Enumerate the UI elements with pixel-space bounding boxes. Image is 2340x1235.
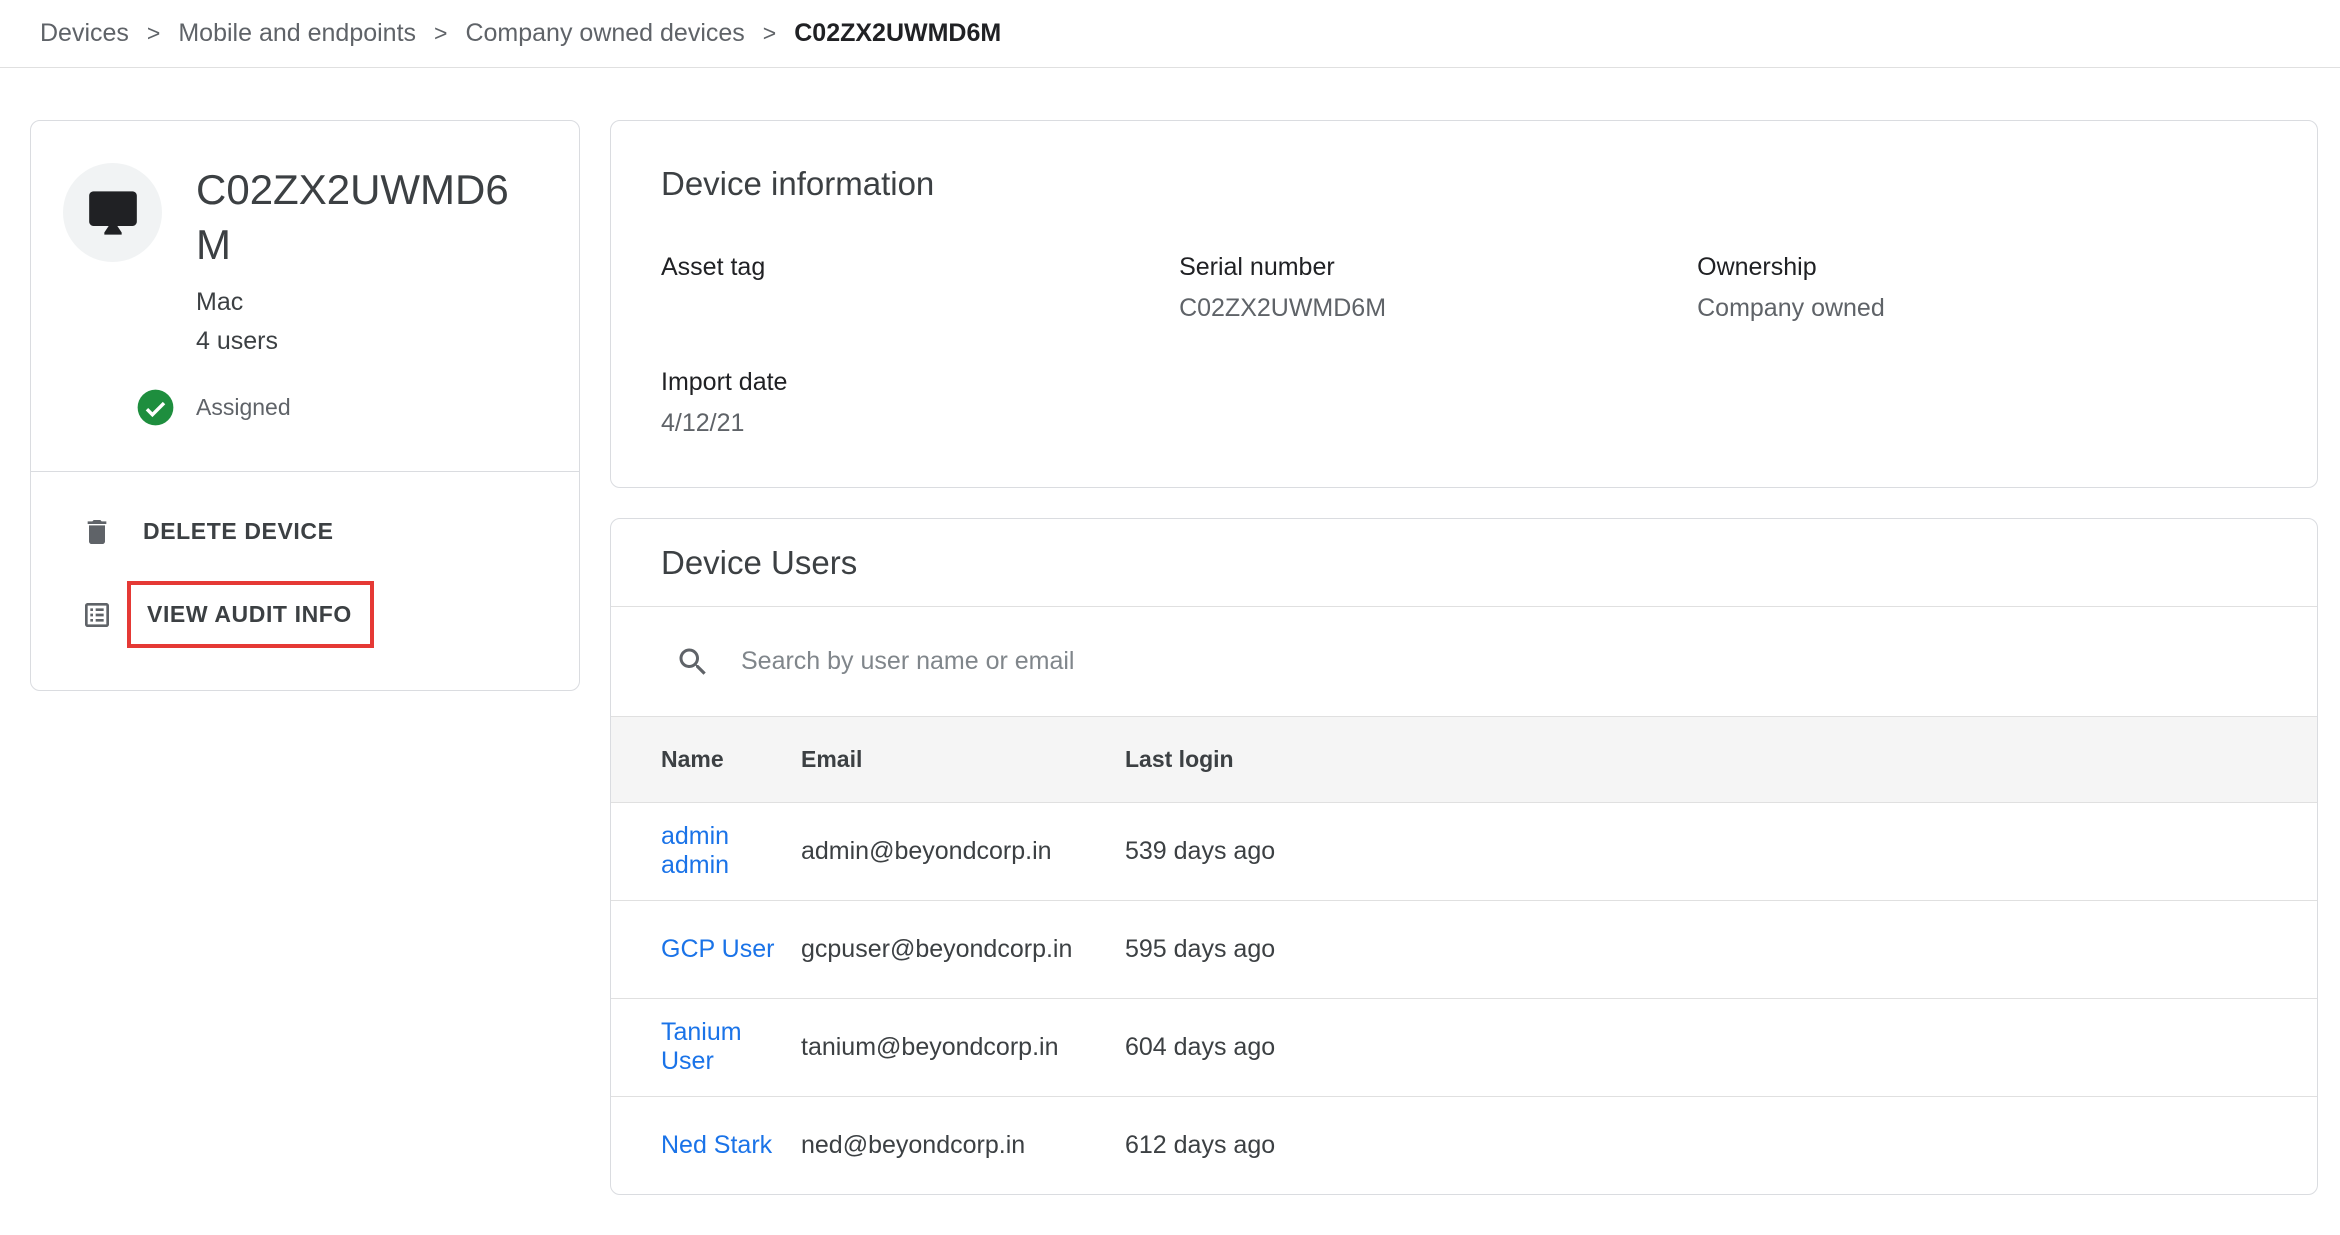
- check-circle-icon: [136, 388, 175, 427]
- field-asset-tag: Asset tag: [661, 253, 1179, 324]
- device-users-header: Device Users: [611, 519, 2317, 607]
- view-audit-info-label: VIEW AUDIT INFO: [147, 601, 352, 627]
- user-email: ned@beyondcorp.in: [801, 1096, 1125, 1194]
- breadcrumb-mobile-endpoints[interactable]: Mobile and endpoints: [178, 19, 416, 48]
- field-label: Ownership: [1697, 253, 2267, 282]
- table-row: admin admin admin@beyondcorp.in 539 days…: [611, 802, 2317, 900]
- device-type: Mac: [196, 288, 539, 317]
- delete-device-label: DELETE DEVICE: [143, 500, 334, 563]
- device-summary: C02ZX2UWMD6M Mac 4 users Assigned: [31, 121, 579, 471]
- content-column: Device information Asset tag Serial numb…: [610, 120, 2318, 1195]
- field-label: Serial number: [1179, 253, 1697, 282]
- field-value: [661, 294, 1179, 324]
- field-value: 4/12/21: [661, 409, 1179, 439]
- breadcrumb: Devices > Mobile and endpoints > Company…: [0, 0, 2340, 68]
- device-avatar: [63, 163, 162, 262]
- breadcrumb-current-device: C02ZX2UWMD6M: [794, 19, 1001, 48]
- field-import-date: Import date 4/12/21: [661, 368, 1179, 439]
- user-last-login: 595 days ago: [1125, 900, 2317, 998]
- field-value: Company owned: [1697, 294, 2267, 324]
- user-name-link[interactable]: GCP User: [661, 935, 774, 963]
- user-email: tanium@beyondcorp.in: [801, 998, 1125, 1096]
- device-information-title: Device information: [661, 165, 2267, 203]
- breadcrumb-devices[interactable]: Devices: [40, 19, 129, 48]
- table-row: Tanium User tanium@beyondcorp.in 604 day…: [611, 998, 2317, 1096]
- field-label: Asset tag: [661, 253, 1179, 282]
- field-serial-number: Serial number C02ZX2UWMD6M: [1179, 253, 1697, 324]
- device-actions: DELETE DEVICE VIEW AUDIT INFO: [31, 472, 579, 690]
- user-last-login: 604 days ago: [1125, 998, 2317, 1096]
- user-last-login: 539 days ago: [1125, 802, 2317, 900]
- user-email: admin@beyondcorp.in: [801, 802, 1125, 900]
- chevron-right-icon: >: [434, 20, 447, 47]
- device-information-card: Device information Asset tag Serial numb…: [610, 120, 2318, 488]
- chevron-right-icon: >: [147, 20, 160, 47]
- device-title: C02ZX2UWMD6M: [196, 163, 526, 272]
- search-input[interactable]: [741, 647, 2015, 676]
- device-users-table: Name Email Last login admin admin admin@…: [611, 717, 2317, 1194]
- column-header-last-login: Last login: [1125, 717, 2317, 802]
- list-icon: [81, 599, 113, 631]
- trash-icon: [81, 516, 113, 548]
- user-name-link[interactable]: Tanium User: [661, 1018, 742, 1075]
- user-email: gcpuser@beyondcorp.in: [801, 900, 1125, 998]
- field-value: C02ZX2UWMD6M: [1179, 294, 1697, 324]
- user-name-link[interactable]: Ned Stark: [661, 1131, 772, 1159]
- desktop-monitor-icon: [87, 187, 139, 239]
- device-information-fields: Asset tag Serial number C02ZX2UWMD6M Own…: [661, 253, 2267, 439]
- user-name-link[interactable]: admin admin: [661, 822, 729, 879]
- column-header-email: Email: [801, 717, 1125, 802]
- main-content: C02ZX2UWMD6M Mac 4 users Assigned: [0, 68, 2340, 1235]
- annotation-highlight: VIEW AUDIT INFO: [127, 581, 374, 648]
- field-ownership: Ownership Company owned: [1697, 253, 2267, 324]
- device-status: Assigned: [136, 388, 539, 427]
- field-label: Import date: [661, 368, 1179, 397]
- user-search-bar: [611, 607, 2317, 717]
- user-last-login: 612 days ago: [1125, 1096, 2317, 1194]
- device-summary-card: C02ZX2UWMD6M Mac 4 users Assigned: [30, 120, 580, 691]
- device-user-count: 4 users: [196, 327, 539, 356]
- table-row: Ned Stark ned@beyondcorp.in 612 days ago: [611, 1096, 2317, 1194]
- device-users-title: Device Users: [661, 544, 857, 582]
- table-header-row: Name Email Last login: [611, 717, 2317, 802]
- chevron-right-icon: >: [763, 20, 776, 47]
- status-badge: Assigned: [196, 394, 291, 421]
- delete-device-button[interactable]: DELETE DEVICE: [81, 500, 549, 563]
- view-audit-info-button[interactable]: VIEW AUDIT INFO: [81, 581, 549, 648]
- column-header-name: Name: [611, 717, 801, 802]
- search-icon: [675, 644, 711, 680]
- breadcrumb-company-owned-devices[interactable]: Company owned devices: [465, 19, 744, 48]
- device-users-card: Device Users Name Email Last login: [610, 518, 2318, 1195]
- table-row: GCP User gcpuser@beyondcorp.in 595 days …: [611, 900, 2317, 998]
